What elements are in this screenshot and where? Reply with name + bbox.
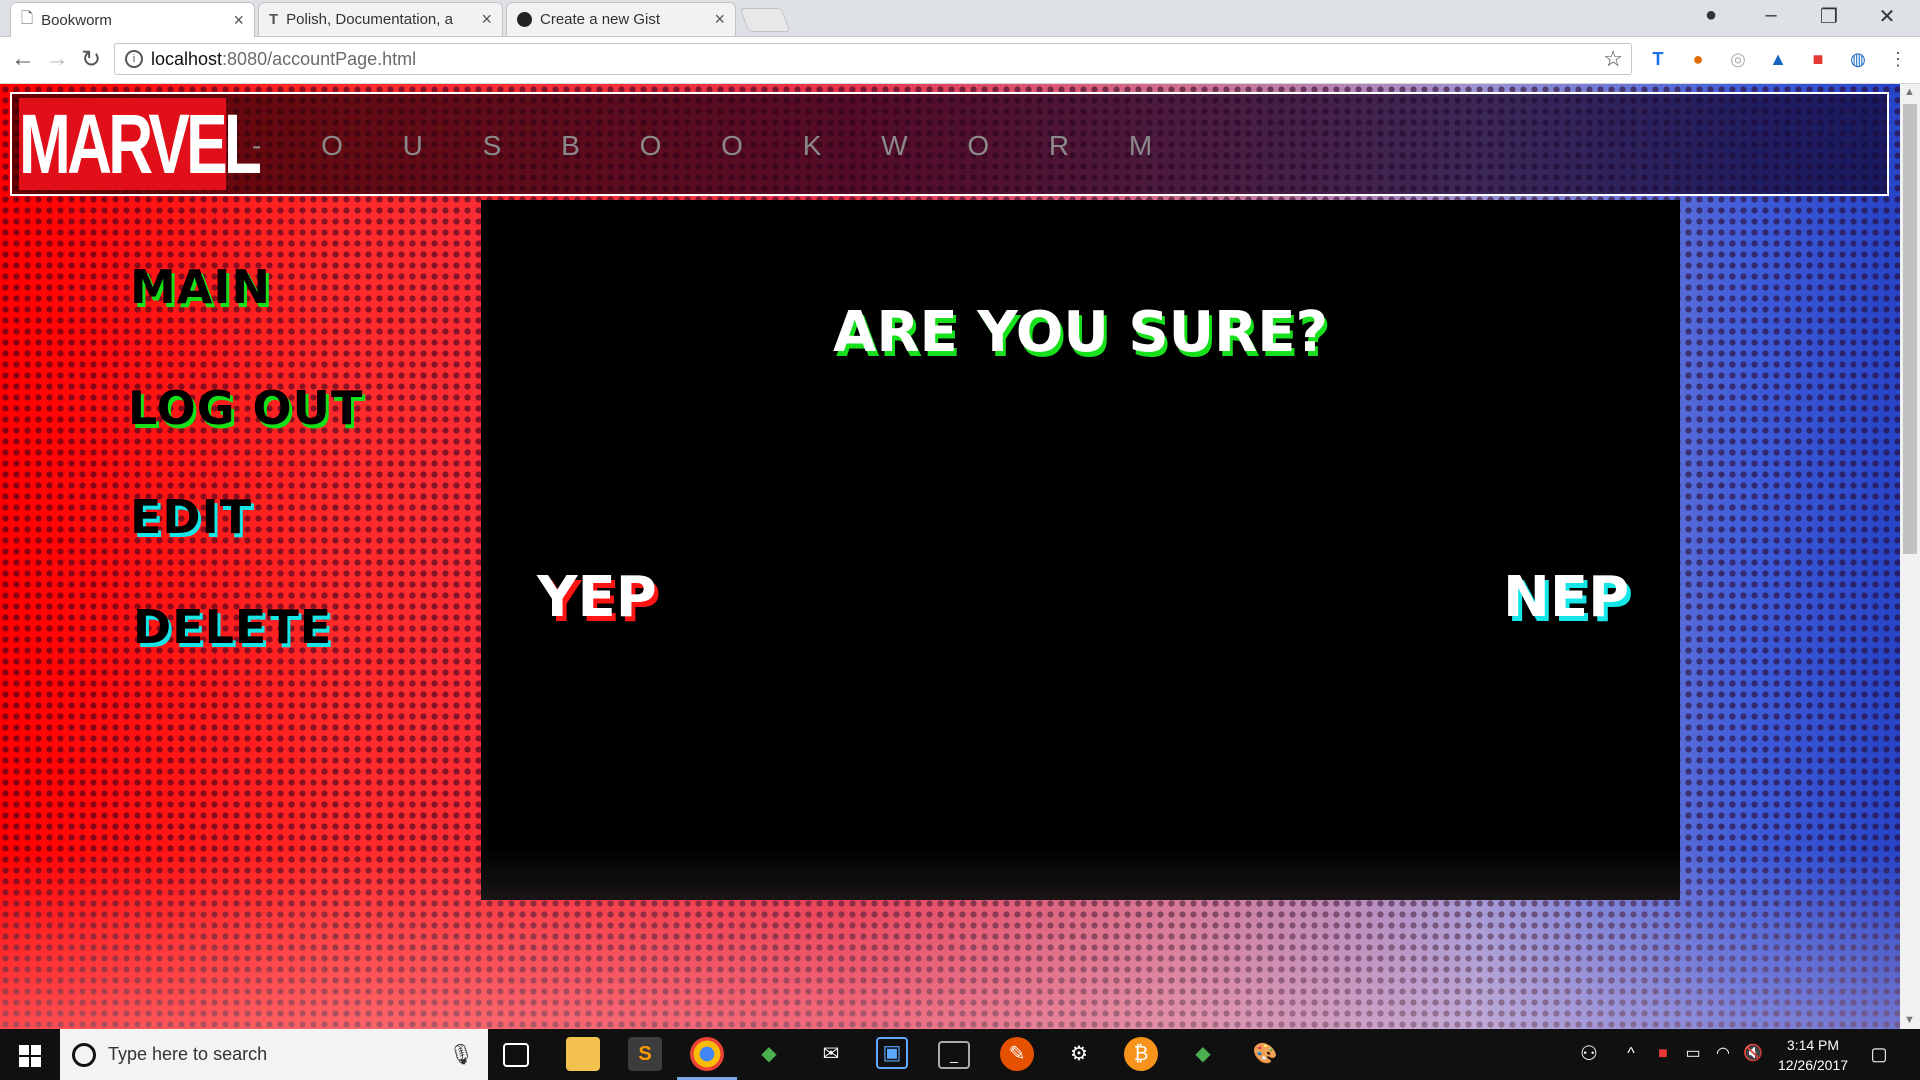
file-explorer-icon[interactable] [566,1037,600,1071]
nav-delete[interactable]: DELETE [133,600,332,654]
typora-icon: T [269,11,279,28]
profile-icon[interactable]: ● [1696,4,1726,27]
back-icon[interactable]: ← [8,45,38,73]
postman-icon[interactable]: ✎ [1000,1037,1034,1071]
lastpass-icon[interactable]: ■ [1806,47,1830,71]
page-icon: 🗋 [21,9,34,27]
page-content: MARVEL - O U S B O O K W O R M MAIN LOG … [0,84,1900,1029]
tab-polish[interactable]: T Polish, Documentation, a × [258,2,503,36]
settings-gear-icon[interactable]: ⚙ [1062,1037,1096,1071]
nav-log-out[interactable]: LOG OUT [128,381,363,435]
url-path: :8080/accountPage.html [222,48,417,69]
taskbar-search[interactable]: Type here to search 🎙 [60,1029,488,1080]
scroll-up-arrow[interactable]: ▲ [1904,86,1915,98]
reload-icon[interactable]: ↻ [76,45,106,74]
close-icon[interactable]: × [233,10,244,31]
browser-toolbar: ← → ↻ i localhost:8080/accountPage.html … [0,37,1920,84]
bookmark-star-icon[interactable]: ☆ [1603,46,1623,72]
wifi-icon[interactable]: ◠ [1706,1037,1740,1071]
app-icon[interactable]: ▣ [876,1037,908,1069]
sublime-text-icon[interactable]: S [628,1037,662,1071]
scrollbar-thumb[interactable] [1903,104,1917,554]
confirm-dialog: ARE YOU SURE? YEP NEP [481,200,1680,900]
nep-button[interactable]: NEP [1503,565,1629,630]
restore-button[interactable]: ❐ [1814,4,1844,29]
github-icon [517,12,532,27]
new-tab-button[interactable] [739,8,791,32]
cortana-icon [72,1042,96,1067]
yep-button[interactable]: YEP [537,565,657,630]
url-host: localhost [151,48,223,69]
tab-bookworm[interactable]: 🗋 Bookworm × [10,2,255,37]
globe-icon[interactable]: ◍ [1846,47,1870,71]
close-icon[interactable]: × [481,9,492,30]
search-placeholder: Type here to search [108,1044,268,1064]
system-clock[interactable]: 3:14 PM 12/26/2017 [1768,1035,1858,1075]
volume-muted-icon[interactable]: 🔇 [1736,1037,1770,1071]
marvel-logo: MARVEL [19,97,262,191]
task-view-icon[interactable] [503,1043,529,1067]
bitcoin-icon[interactable]: ₿ [1124,1037,1158,1071]
tab-title: Polish, Documentation, a [286,11,453,28]
microphone-icon[interactable]: 🎙 [449,1042,474,1067]
extension-icon[interactable]: ▲ [1766,47,1790,71]
header-banner: MARVEL - O U S B O O K W O R M [10,92,1889,196]
scroll-down-arrow[interactable]: ▼ [1904,1014,1915,1026]
gitkraken-icon[interactable]: ◆ [1186,1037,1220,1071]
close-icon[interactable]: × [714,9,725,30]
site-tagline: - O U S B O O K W O R M [252,130,1179,161]
windows-taskbar: Type here to search 🎙 S ◆ ✉ ▣ _ ✎ ⚙ ₿ ◆ … [0,1029,1920,1080]
tab-title: Bookworm [41,11,112,29]
paint-icon[interactable]: 🎨 [1248,1037,1282,1071]
address-bar[interactable]: i localhost:8080/accountPage.html ☆ [114,43,1632,75]
action-center-icon[interactable]: ▢ [1862,1037,1896,1071]
typora-extension-icon[interactable]: T [1646,47,1670,71]
forward-icon[interactable]: → [42,45,72,73]
gitkraken-icon[interactable]: ◆ [752,1037,786,1071]
tab-title: Create a new Gist [540,11,661,28]
battery-icon[interactable]: ▭ [1676,1037,1710,1071]
browser-tab-bar: 🗋 Bookworm × T Polish, Documentation, a … [0,0,1920,37]
terminal-icon[interactable]: _ [938,1041,970,1069]
extension-icon[interactable]: ◎ [1726,47,1750,71]
clock-time: 3:14 PM [1786,1037,1840,1053]
nav-edit[interactable]: EDIT [130,490,252,544]
minimize-button[interactable]: – [1756,4,1786,27]
tab-gist[interactable]: Create a new Gist × [506,2,736,36]
nav-main[interactable]: MAIN [130,260,271,314]
extension-icon[interactable]: ● [1686,47,1710,71]
mail-icon[interactable]: ✉ [814,1037,848,1071]
people-icon[interactable]: ⚇ [1572,1037,1606,1071]
clock-date: 12/26/2017 [1777,1057,1849,1073]
confirm-question: ARE YOU SURE? [832,300,1328,365]
start-button[interactable] [0,1029,60,1080]
close-window-button[interactable]: ✕ [1872,4,1902,29]
tray-chevron-icon[interactable]: ^ [1614,1037,1648,1071]
tray-app-icon[interactable]: ■ [1646,1037,1680,1071]
menu-icon[interactable]: ⋮ [1886,47,1910,71]
info-icon: i [125,50,143,68]
chrome-icon[interactable] [690,1037,724,1071]
